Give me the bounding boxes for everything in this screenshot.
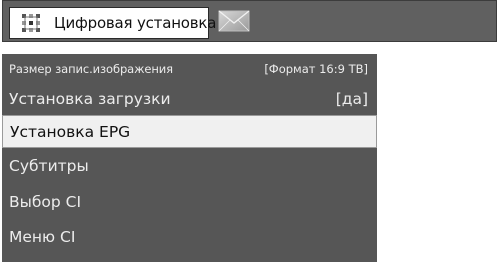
menu-item-value: [да] [335,90,368,108]
tab-digital-setup[interactable]: Цифровая установка [9,7,216,39]
menu-item-label: Выбор CI [9,192,82,211]
menu-item-label: Установка EPG [10,122,131,141]
menu-item-value: [Формат 16:9 ТВ] [264,61,368,76]
menu-item-ci-menu[interactable]: Меню CI [2,219,377,255]
settings-grid-icon [20,12,42,34]
menu-item-label: Размер запис.изображения [9,61,173,76]
settings-menu: Размер запис.изображения [Формат 16:9 ТВ… [2,54,377,262]
menu-item-recording-picture-size[interactable]: Размер запис.изображения [Формат 16:9 ТВ… [2,54,377,83]
menu-item-label: Меню CI [9,228,76,246]
tab-bar: Цифровая установка [2,0,497,42]
menu-item-epg-setup[interactable]: Установка EPG [2,115,377,148]
menu-item-label: Установка загрузки [9,90,171,108]
tab-messages[interactable] [213,7,255,39]
envelope-icon [216,8,252,38]
tab-label: Цифровая установка [54,14,217,32]
menu-item-label: Субтитры [9,157,89,175]
menu-item-subtitles[interactable]: Субтитры [2,148,377,184]
menu-item-download-setup[interactable]: Установка загрузки [да] [2,83,377,115]
menu-item-ci-select[interactable]: Выбор CI [2,184,377,219]
